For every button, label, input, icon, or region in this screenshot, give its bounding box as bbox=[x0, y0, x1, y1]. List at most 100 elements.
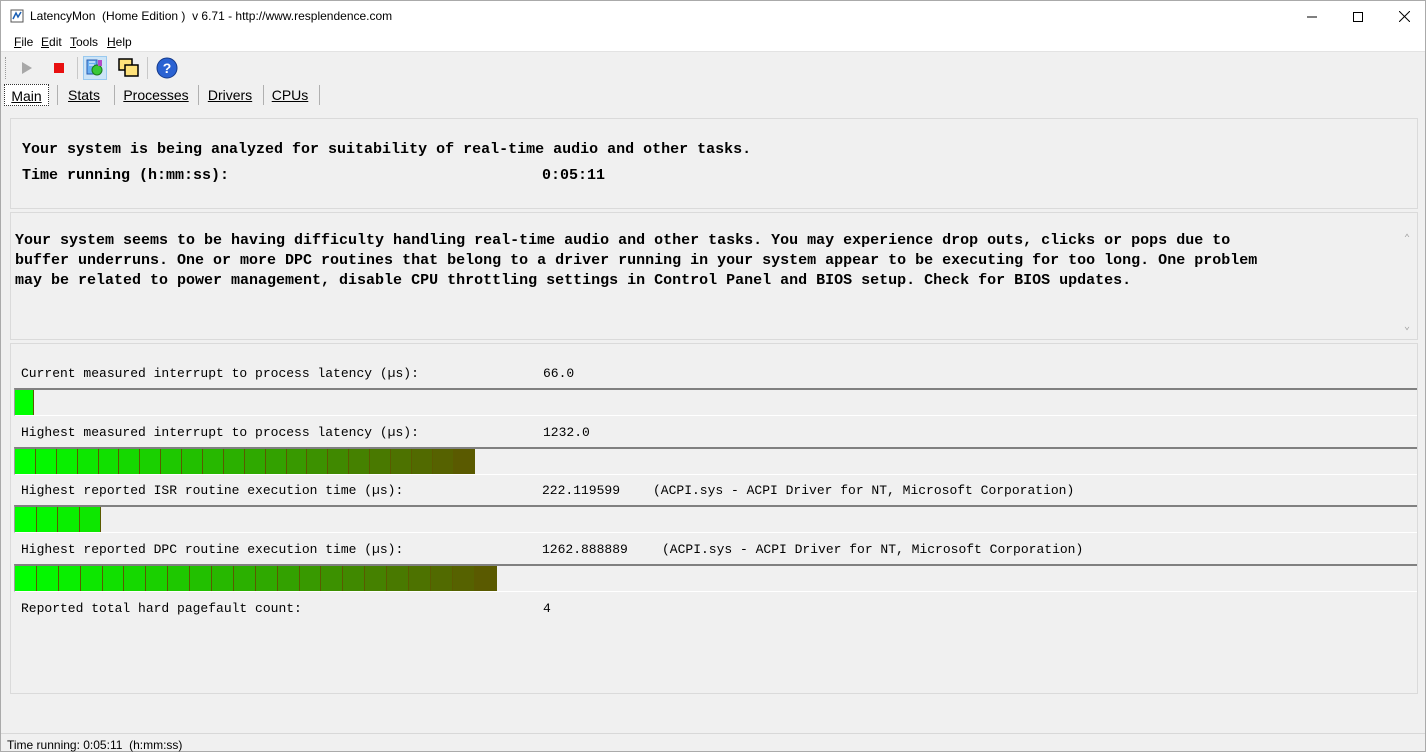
bar-segment bbox=[349, 449, 371, 474]
conclusion-scrollbar[interactable]: ⌃ ⌄ bbox=[1400, 213, 1417, 339]
scroll-down-icon[interactable]: ⌄ bbox=[1404, 321, 1410, 333]
bar-segment bbox=[474, 566, 497, 591]
current-latency-label: Current measured interrupt to process la… bbox=[21, 366, 419, 381]
minimize-icon bbox=[1307, 16, 1317, 17]
start-button[interactable] bbox=[15, 56, 39, 80]
conclusion-panel: Your system seems to be having difficult… bbox=[10, 212, 1418, 340]
bar-segment bbox=[168, 566, 191, 591]
bar-segment bbox=[255, 566, 278, 591]
bar-segment bbox=[203, 449, 224, 474]
bar-segment bbox=[391, 449, 412, 474]
bar-segment bbox=[409, 566, 431, 591]
tab-cpus[interactable]: CPUs bbox=[267, 84, 313, 106]
bar-segment bbox=[77, 449, 99, 474]
bar-segment bbox=[161, 449, 183, 474]
bar-segment bbox=[430, 566, 453, 591]
close-button[interactable] bbox=[1381, 1, 1426, 32]
isr-time-value: 222.119599 bbox=[542, 483, 621, 498]
help-button[interactable]: ? bbox=[155, 56, 179, 80]
help-icon: ? bbox=[156, 57, 178, 79]
toolbar-grip[interactable] bbox=[5, 57, 8, 79]
bar-segment bbox=[79, 507, 101, 532]
app-icon bbox=[10, 9, 24, 23]
windows-button[interactable] bbox=[117, 56, 141, 80]
bar-segment bbox=[343, 566, 366, 591]
tab-separator bbox=[198, 85, 199, 105]
tab-separator bbox=[319, 85, 320, 105]
conclusion-line: buffer underruns. One or more DPC routin… bbox=[15, 252, 1258, 269]
tab-separator bbox=[114, 85, 115, 105]
stop-button[interactable] bbox=[47, 56, 71, 80]
bar-segment bbox=[182, 449, 204, 474]
dpc-time-bar bbox=[14, 564, 1417, 592]
tab-stats[interactable]: Stats bbox=[61, 84, 107, 106]
bar-segment bbox=[98, 449, 120, 474]
metrics-panel: Current measured interrupt to process la… bbox=[10, 343, 1418, 694]
maximize-button[interactable] bbox=[1335, 1, 1381, 32]
status-text: Time running: 0:05:11 (h:mm:ss) bbox=[7, 738, 183, 752]
window-title: LatencyMon (Home Edition ) v 6.71 - http… bbox=[30, 9, 393, 23]
pagefault-value: 4 bbox=[543, 601, 551, 616]
bar-segment bbox=[411, 449, 433, 474]
tab-processes[interactable]: Processes bbox=[121, 84, 191, 106]
status-bar: Time running: 0:05:11 (h:mm:ss) bbox=[1, 733, 1425, 752]
toolbar-separator bbox=[77, 57, 78, 79]
analyze-icon bbox=[86, 59, 103, 76]
pagefault-label: Reported total hard pagefault count: bbox=[21, 601, 302, 616]
conclusion-text[interactable]: Your system seems to be having difficult… bbox=[15, 231, 1400, 291]
tab-main[interactable]: Main bbox=[4, 84, 49, 106]
tab-drivers[interactable]: Drivers bbox=[203, 84, 257, 106]
minimize-button[interactable] bbox=[1289, 1, 1335, 32]
bar-segment bbox=[119, 449, 141, 474]
toolbar-separator bbox=[147, 57, 148, 79]
isr-driver-detail: (ACPI.sys - ACPI Driver for NT, Microsof… bbox=[653, 483, 1075, 498]
bar-segment bbox=[328, 449, 350, 474]
bar-segment bbox=[244, 449, 266, 474]
bar-segment bbox=[56, 449, 78, 474]
bar-segment bbox=[124, 566, 147, 591]
bar-fill bbox=[15, 449, 475, 474]
bar-segment bbox=[365, 566, 388, 591]
bar-segment bbox=[452, 566, 475, 591]
play-icon bbox=[22, 62, 32, 74]
bar-segment bbox=[15, 390, 34, 415]
highest-latency-label: Highest measured interrupt to process la… bbox=[21, 425, 419, 440]
menu-tools[interactable]: Tools bbox=[70, 35, 98, 49]
bar-segment bbox=[36, 507, 58, 532]
dpc-time-label: Highest reported DPC routine execution t… bbox=[21, 542, 404, 557]
menu-edit[interactable]: Edit bbox=[41, 35, 62, 49]
analyze-button[interactable] bbox=[83, 56, 107, 80]
menu-help[interactable]: Help bbox=[107, 35, 132, 49]
bar-segment bbox=[15, 449, 36, 474]
bar-segment bbox=[58, 507, 80, 532]
conclusion-line: may be related to power management, disa… bbox=[15, 272, 1132, 289]
tab-separator bbox=[57, 85, 58, 105]
analysis-status-panel: Your system is being analyzed for suitab… bbox=[10, 118, 1418, 209]
time-running-label: Time running (h:mm:ss): bbox=[22, 167, 230, 184]
bar-segment bbox=[277, 566, 300, 591]
scroll-up-icon[interactable]: ⌃ bbox=[1404, 233, 1410, 245]
latencymon-window: LatencyMon (Home Edition ) v 6.71 - http… bbox=[0, 0, 1426, 752]
toolbar: ? bbox=[1, 53, 1425, 83]
bar-segment bbox=[58, 566, 81, 591]
maximize-icon bbox=[1353, 11, 1363, 22]
highest-latency-value: 1232.0 bbox=[543, 425, 590, 440]
isr-time-label: Highest reported ISR routine execution t… bbox=[21, 483, 404, 498]
menu-file[interactable]: File bbox=[14, 35, 33, 49]
bar-fill bbox=[15, 566, 497, 591]
bar-segment bbox=[321, 566, 344, 591]
bar-segment bbox=[299, 566, 322, 591]
bar-segment bbox=[36, 566, 59, 591]
bar-segment bbox=[387, 566, 410, 591]
bar-segment bbox=[233, 566, 256, 591]
bar-segment bbox=[286, 449, 308, 474]
bar-segment bbox=[432, 449, 454, 474]
tab-bar: Main Stats Processes Drivers CPUs bbox=[1, 83, 1425, 107]
bar-segment bbox=[102, 566, 125, 591]
bar-segment bbox=[307, 449, 329, 474]
dpc-time-value: 1262.888889 bbox=[542, 542, 628, 557]
tab-separator bbox=[263, 85, 264, 105]
bar-segment bbox=[265, 449, 287, 474]
dpc-driver-detail: (ACPI.sys - ACPI Driver for NT, Microsof… bbox=[662, 542, 1084, 557]
bar-segment bbox=[35, 449, 57, 474]
